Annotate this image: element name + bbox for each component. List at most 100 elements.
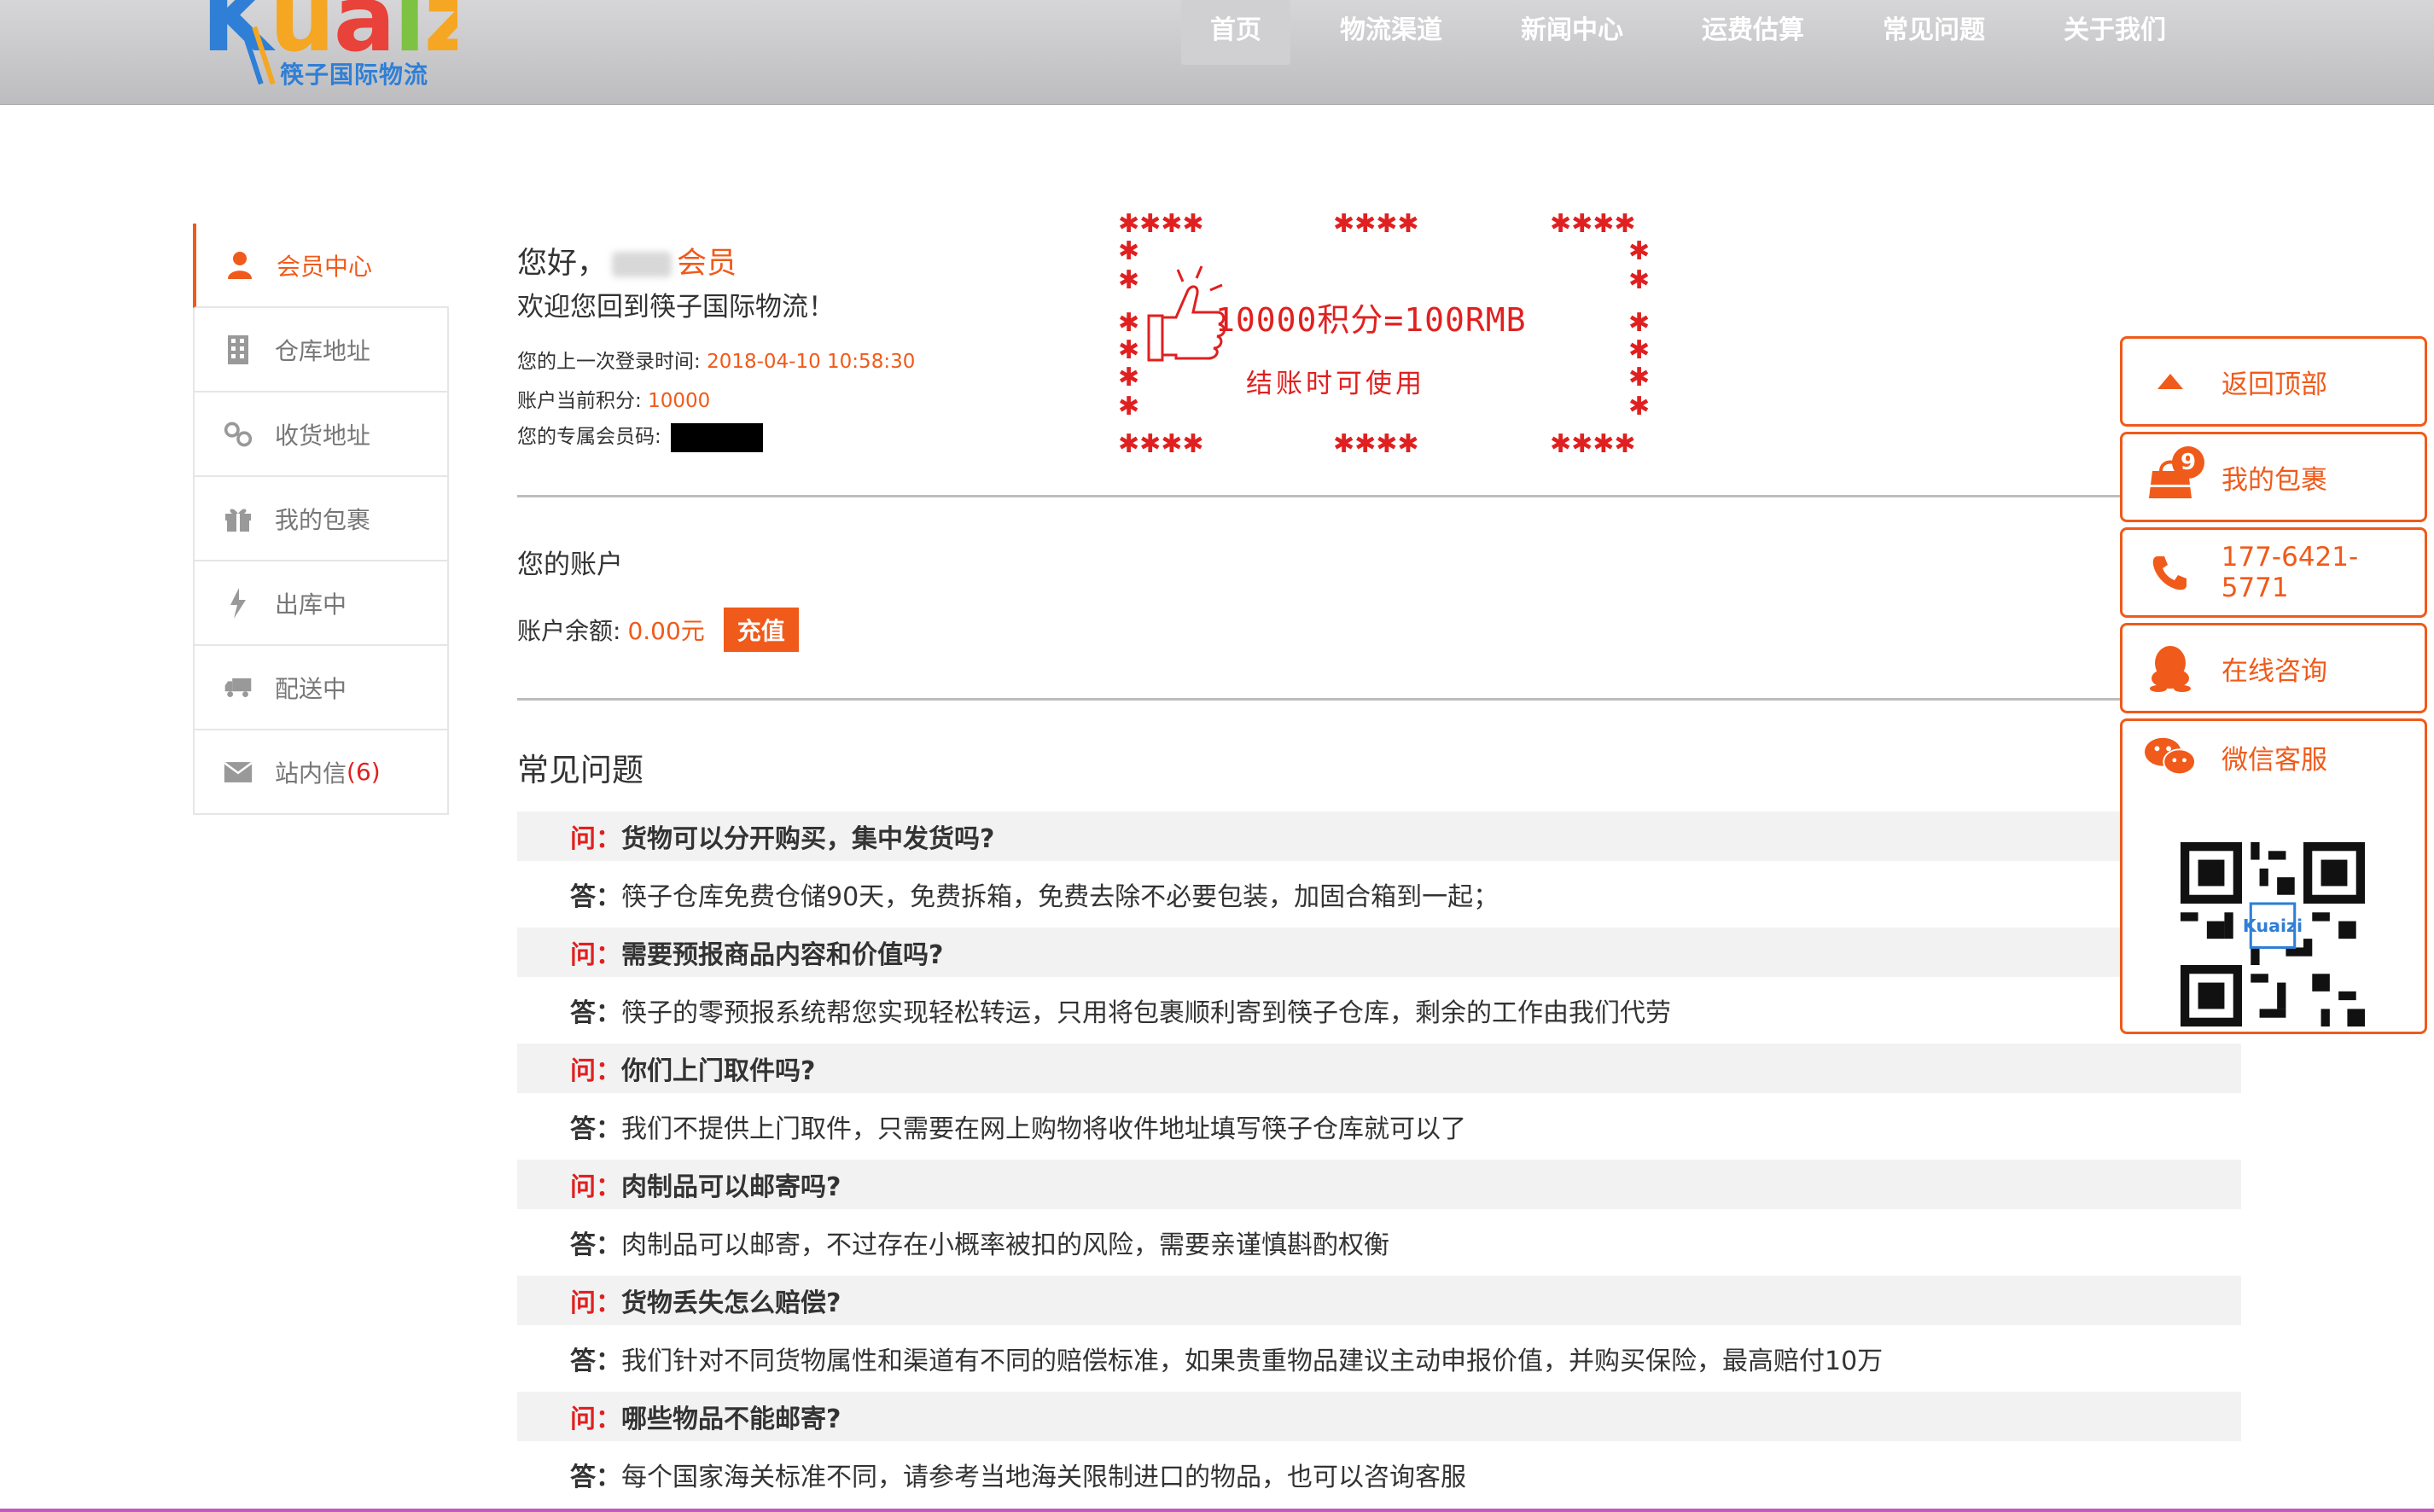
sidebar-item-label: 我的包裹 (275, 505, 371, 534)
main-nav: 首页 物流渠道 新闻中心 运费估算 常见问题 关于我们 (1181, 0, 2216, 65)
wechat-label: 微信客服 (2221, 744, 2327, 776)
message-count: (6) (346, 758, 381, 786)
member-code-line: 您的专属会员码: (517, 420, 764, 452)
svg-text:✱: ✱ (1628, 265, 1650, 295)
member-code-label: 您的专属会员码: (517, 426, 668, 448)
faq-answer: 答： 我们针对不同货物属性和渠道有不同的赔偿标准，如果贵重物品建议主动申报价值，并… (517, 1325, 2241, 1392)
sidebar-item-member-center[interactable]: 会员中心 (193, 224, 449, 308)
user-icon (225, 251, 254, 280)
section-divider (517, 698, 2122, 701)
page-bottom-border (0, 1509, 2434, 1512)
points-line: 账户当前积分: 10000 (517, 384, 710, 413)
nav-shipping-estimate[interactable]: 运费估算 (1673, 0, 1833, 65)
lightning-icon (224, 587, 253, 619)
points-promo-stamp: ✱✱✱✱ ✱✱✱✱ ✱✱✱✱ ✱✱✱✱ ✱✱✱✱ ✱✱✱✱ ✱ ✱ ✱ ✱ ✱ ✱ ✱ ✱… (1111, 212, 1657, 459)
question-text: 需要预报商品内容和价值吗? (621, 940, 944, 970)
phone-icon (2145, 555, 2196, 590)
balance-label: 账户余额: (517, 617, 621, 645)
faq-question[interactable]: 问： 你们上门取件吗? (517, 1044, 2241, 1093)
member-label: 会员 (677, 247, 737, 281)
brand-logo[interactable]: Kuaizi 筷子国际物流 (201, 0, 457, 92)
faq-question[interactable]: 问： 货物丢失怎么赔偿? (517, 1276, 2241, 1325)
faq-title: 常见问题 (517, 752, 643, 788)
svg-text:✱✱✱✱: ✱✱✱✱ (1118, 212, 1204, 239)
svg-text:✱✱✱✱: ✱✱✱✱ (1550, 212, 1636, 239)
answer-label: 答： (570, 1463, 621, 1492)
answer-label: 答： (570, 998, 621, 1028)
promo-usage-text: 结账时可使用 (1246, 369, 1425, 399)
account-balance: 账户余额: 0.00元 充值 (517, 608, 799, 652)
wechat-service-card[interactable]: 微信客服 Kuaizi (2120, 718, 2427, 1034)
back-to-top-button[interactable]: 返回顶部 (2120, 336, 2427, 427)
last-login-label: 您的上一次登录时间: (517, 351, 707, 373)
sidebar-item-receive-address[interactable]: 收货地址 (193, 393, 449, 477)
sidebar-item-outbound[interactable]: 出库中 (193, 561, 449, 646)
nav-logistics-channels[interactable]: 物流渠道 (1311, 0, 1471, 65)
svg-text:✱✱✱✱: ✱✱✱✱ (1333, 212, 1419, 239)
promo-points-text: 10000积分=100RMB (1215, 301, 1527, 339)
wechat-qr-code: Kuaizi (2181, 842, 2365, 1026)
balance-value: 0.00元 (627, 617, 705, 645)
sidebar-item-label: 配送中 (275, 674, 347, 703)
faq-list: 问： 货物可以分开购买，集中发货吗? 答： 筷子仓库免费仓储90天，免费拆箱，免费去… (517, 811, 2241, 1508)
faq-question[interactable]: 问： 肉制品可以邮寄吗? (517, 1160, 2241, 1209)
sidebar-item-label: 出库中 (275, 590, 347, 619)
online-consult-button[interactable]: 在线咨询 (2120, 623, 2427, 713)
phone-number: 177-6421-5771 (2221, 542, 2359, 603)
blurred-username (612, 252, 673, 277)
svg-text:✱✱✱✱: ✱✱✱✱ (1550, 429, 1636, 459)
question-text: 哪些物品不能邮寄? (621, 1404, 841, 1434)
points-label: 账户当前积分: (517, 390, 649, 412)
nav-news[interactable]: 新闻中心 (1492, 0, 1652, 65)
sidebar-item-messages[interactable]: 站内信 (6) (193, 730, 449, 815)
mail-icon (224, 758, 253, 787)
answer-text: 肉制品可以邮寄，不过存在小概率被扣的风险，需要亲谨慎斟酌权衡 (621, 1230, 1389, 1260)
faq-question[interactable]: 问： 需要预报商品内容和价值吗? (517, 928, 2241, 977)
section-divider (517, 495, 2122, 497)
answer-text: 筷子的零预报系统帮您实现轻松转运，只用将包裹顺利寄到筷子仓库，剩余的工作由我们代… (621, 998, 1671, 1028)
faq-answer: 答： 肉制品可以邮寄，不过存在小概率被扣的风险，需要亲谨慎斟酌权衡 (517, 1209, 2241, 1276)
last-login-value: 2018-04-10 10:58:30 (707, 351, 916, 373)
qr-logo-text: Kuaizi (2243, 916, 2303, 936)
sidebar-item-warehouse-address[interactable]: 仓库地址 (193, 308, 449, 393)
sidebar-item-my-packages[interactable]: 我的包裹 (193, 477, 449, 561)
member-code-redacted (671, 422, 764, 452)
svg-text:✱✱✱✱: ✱✱✱✱ (1333, 429, 1419, 459)
greeting-text: 您好， (517, 247, 608, 281)
svg-text:✱: ✱ (1118, 392, 1139, 422)
svg-text:✱: ✱ (1628, 363, 1650, 393)
nav-faq[interactable]: 常见问题 (1854, 0, 2014, 65)
question-text: 货物丢失怎么赔偿? (621, 1288, 841, 1318)
faq-question[interactable]: 问： 货物可以分开购买，集中发货吗? (517, 811, 2241, 861)
answer-label: 答： (570, 1114, 621, 1144)
truck-icon (224, 673, 253, 702)
faq-question[interactable]: 问： 哪些物品不能邮寄? (517, 1392, 2241, 1441)
svg-text:✱: ✱ (1628, 392, 1650, 422)
sidebar-item-delivering[interactable]: 配送中 (193, 646, 449, 730)
question-label: 问： (570, 1404, 621, 1434)
faq-answer: 答： 筷子仓库免费仓储90天，免费拆箱，免费去除不必要包装，加固合箱到一起； (517, 861, 2241, 928)
answer-label: 答： (570, 882, 621, 912)
sidebar-item-label: 会员中心 (277, 252, 373, 281)
logo-chinese-name: 筷子国际物流 (280, 61, 429, 89)
question-label: 问： (570, 1172, 621, 1202)
phone-button[interactable]: 177-6421-5771 (2120, 527, 2427, 618)
nav-about[interactable]: 关于我们 (2035, 0, 2195, 65)
svg-text:✱: ✱ (1118, 363, 1139, 393)
greeting: 您好， 会员 (517, 239, 737, 282)
question-label: 问： (570, 940, 621, 970)
my-package-label: 我的包裹 (2221, 464, 2327, 496)
question-label: 问： (570, 1288, 621, 1318)
question-text: 肉制品可以邮寄吗? (621, 1172, 841, 1202)
answer-text: 我们不提供上门取件，只需要在网上购物将收件地址填写筷子仓库就可以了 (621, 1114, 1466, 1144)
wechat-icon (2145, 736, 2196, 777)
sidebar-item-label: 仓库地址 (275, 336, 371, 365)
my-package-button[interactable]: 9 我的包裹 (2120, 432, 2427, 522)
answer-text: 筷子仓库免费仓储90天，免费拆箱，免费去除不必要包装，加固合箱到一起； (621, 882, 1499, 912)
recharge-button[interactable]: 充值 (723, 608, 799, 652)
account-title: 您的账户 (517, 550, 623, 580)
gift-icon (224, 504, 253, 533)
svg-text:✱: ✱ (1118, 335, 1139, 365)
nav-home[interactable]: 首页 (1181, 0, 1290, 65)
question-text: 货物可以分开购买，集中发货吗? (621, 824, 995, 854)
